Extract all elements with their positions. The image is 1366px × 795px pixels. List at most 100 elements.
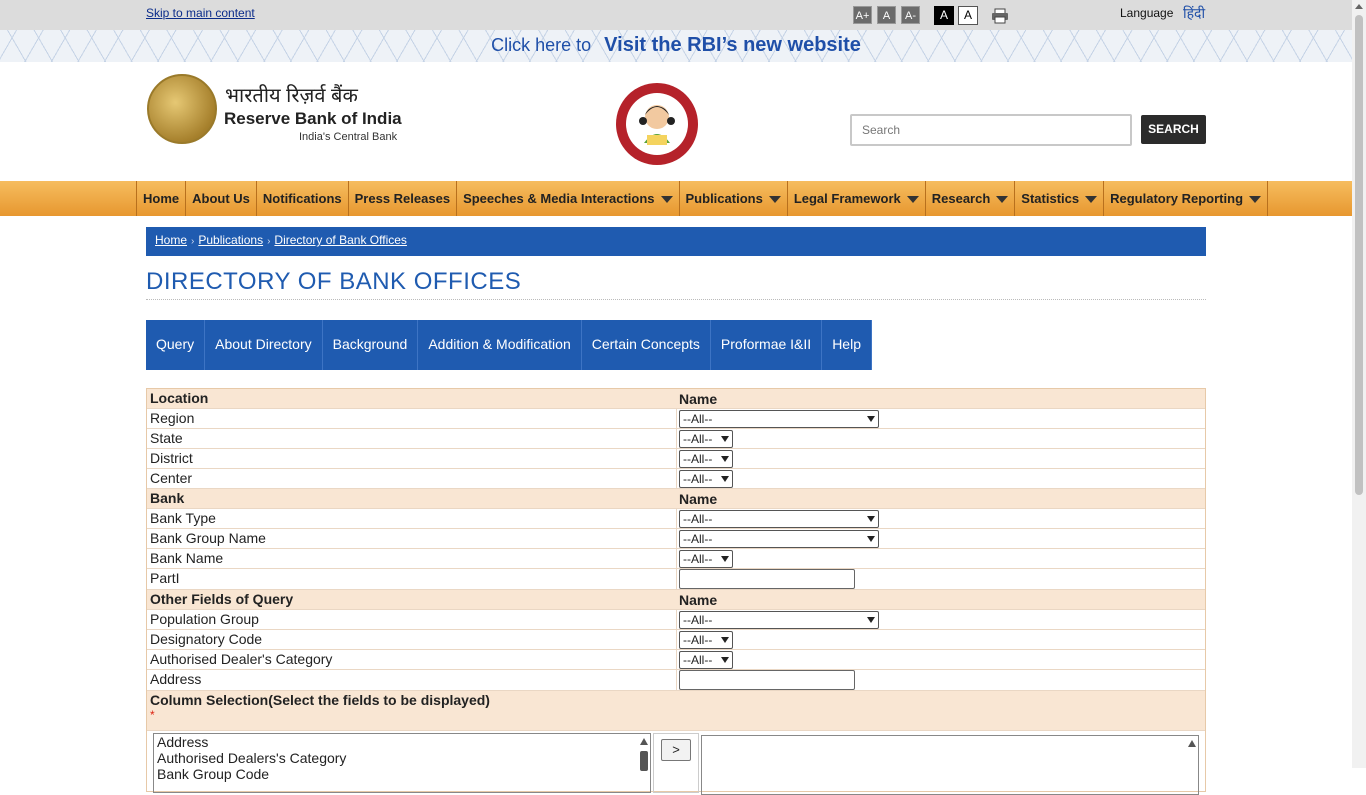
logo-hindi-name: भारतीय रिज़र्व बैंक [225,85,358,107]
tab-addition-modification[interactable]: Addition & Modification [418,320,582,370]
ad-category-row: Authorised Dealer's Category --All-- [147,650,1205,670]
bank-group-select-value: --All-- [683,531,713,546]
font-normal-button[interactable]: A [877,6,896,24]
normal-contrast-button[interactable]: A [958,6,978,25]
nav-item-statistics[interactable]: Statistics [1015,181,1105,216]
tab-about-directory[interactable]: About Directory [205,320,323,370]
add-column-button[interactable]: > [661,739,691,761]
main-navigation: Home About Us Notifications Press Releases S… [0,181,1352,216]
caret-down-icon [996,196,1009,203]
nav-item-speeches-media-interactions[interactable]: Speeches & Media Interactions [457,181,680,216]
nav-item-publications[interactable]: Publications [680,181,788,216]
font-decrease-button[interactable]: A- [901,6,920,24]
state-row: State --All-- [147,429,1205,449]
required-mark: * [150,708,155,722]
nav-item-label: Notifications [262,190,342,206]
bank-heading: Bank [147,489,677,508]
part1-input[interactable] [679,569,855,589]
list-scrollbar[interactable] [1186,737,1197,794]
nav-item-label: Regulatory Reporting [1110,190,1244,206]
rbi-seal-logo[interactable] [147,74,217,144]
nav-item-label: Legal Framework [793,190,901,206]
bank-group-label: Bank Group Name [147,529,677,548]
caret-down-icon [1085,196,1098,203]
address-input[interactable] [679,670,855,690]
bank-type-label: Bank Type [147,509,677,528]
campaign-logo [614,81,700,172]
tab-query[interactable]: Query [146,320,206,370]
nav-item-home[interactable]: Home [137,181,187,216]
column-selection-header: Column Selection(Select the fields to be… [147,691,1205,731]
district-select-value: --All-- [683,451,713,466]
nav-item-label: Research [931,190,991,206]
other-fields-header-row: Other Fields of Query Name [147,590,1205,610]
part1-row: PartI [147,569,1205,590]
other-fields-heading: Other Fields of Query [147,590,677,609]
ad-category-label: Authorised Dealer's Category [147,650,677,669]
language-label: Language [1120,6,1174,20]
bank-name-row: Bank Name --All-- [147,549,1205,569]
print-icon[interactable] [991,8,1009,29]
available-columns-list[interactable]: Address Authorised Dealers's Category Ba… [153,733,651,793]
tab-background[interactable]: Background [322,320,419,370]
new-website-link[interactable]: Visit the RBI’s new website [604,34,861,56]
column-selection-title: Column Selection(Select the fields to be… [150,692,490,708]
logo-tagline: India's Central Bank [299,131,398,143]
font-increase-button[interactable]: A+ [853,6,872,24]
hindi-language-link[interactable]: हिंदी [1183,4,1205,23]
page-scrollbar[interactable] [1352,0,1366,768]
district-select[interactable]: --All-- [679,449,733,468]
nav-item-research[interactable]: Research [926,181,1016,216]
designatory-select[interactable]: --All-- [679,630,733,649]
bank-name-select[interactable]: --All-- [679,549,733,568]
search-input[interactable]: Search [850,114,1132,146]
tab-proformae[interactable]: Proformae I&II [710,320,823,370]
list-scrollbar[interactable] [638,735,649,792]
bank-type-select[interactable]: --All-- [679,509,879,528]
search-button[interactable]: SEARCH [1141,115,1206,144]
high-contrast-button[interactable]: A [934,6,954,25]
chevron-down-icon [867,515,875,522]
list-item[interactable]: Authorised Dealers's Category [157,750,650,766]
ad-category-select[interactable]: --All-- [679,650,733,669]
chevron-down-icon [867,535,875,542]
nav-item-notifications[interactable]: Notifications [257,181,349,216]
region-label: Region [147,409,677,428]
chevron-down-icon [721,455,729,462]
nav-item-about-us[interactable]: About Us [186,181,257,216]
designatory-select-value: --All-- [683,632,713,647]
tab-certain-concepts[interactable]: Certain Concepts [581,320,711,370]
designatory-label: Designatory Code [147,630,677,649]
breadcrumb-separator: › [267,236,271,247]
logo-name[interactable]: Reserve Bank of India [224,109,402,129]
tab-help[interactable]: Help [822,320,872,370]
bank-group-select[interactable]: --All-- [679,529,879,548]
nav-item-regulatory-reporting[interactable]: Regulatory Reporting [1104,181,1269,216]
district-label: District [147,449,677,468]
population-label: Population Group [147,610,677,629]
page-title: DIRECTORY OF BANK OFFICES [146,268,522,295]
nav-item-legal-framework[interactable]: Legal Framework [788,181,926,216]
breadcrumb-directory[interactable]: Directory of Bank Offices [274,233,407,247]
population-select[interactable]: --All-- [679,610,879,629]
selected-columns-list[interactable] [701,735,1199,795]
title-divider [146,299,1206,300]
caret-down-icon [660,196,673,203]
directory-tabs: Query About Directory Background Additio… [146,320,872,370]
chevron-down-icon [721,555,729,562]
bank-name-label: Bank Name [147,549,677,568]
region-select[interactable]: --All-- [679,409,879,428]
chevron-down-icon [867,415,875,422]
breadcrumb-home[interactable]: Home [155,233,187,247]
list-item[interactable]: Bank Group Code [157,766,650,782]
address-row: Address [147,670,1205,691]
nav-item-press-releases[interactable]: Press Releases [349,181,458,216]
breadcrumb-publications[interactable]: Publications [198,233,263,247]
new-website-banner: Click here to Visit the RBI’s new websit… [0,30,1352,62]
address-label: Address [147,670,677,690]
skip-to-main-link[interactable]: Skip to main content [146,6,255,20]
list-item[interactable]: Address [157,734,650,750]
state-select[interactable]: --All-- [679,429,733,448]
center-select[interactable]: --All-- [679,469,733,488]
bank-name-select-value: --All-- [683,551,713,566]
